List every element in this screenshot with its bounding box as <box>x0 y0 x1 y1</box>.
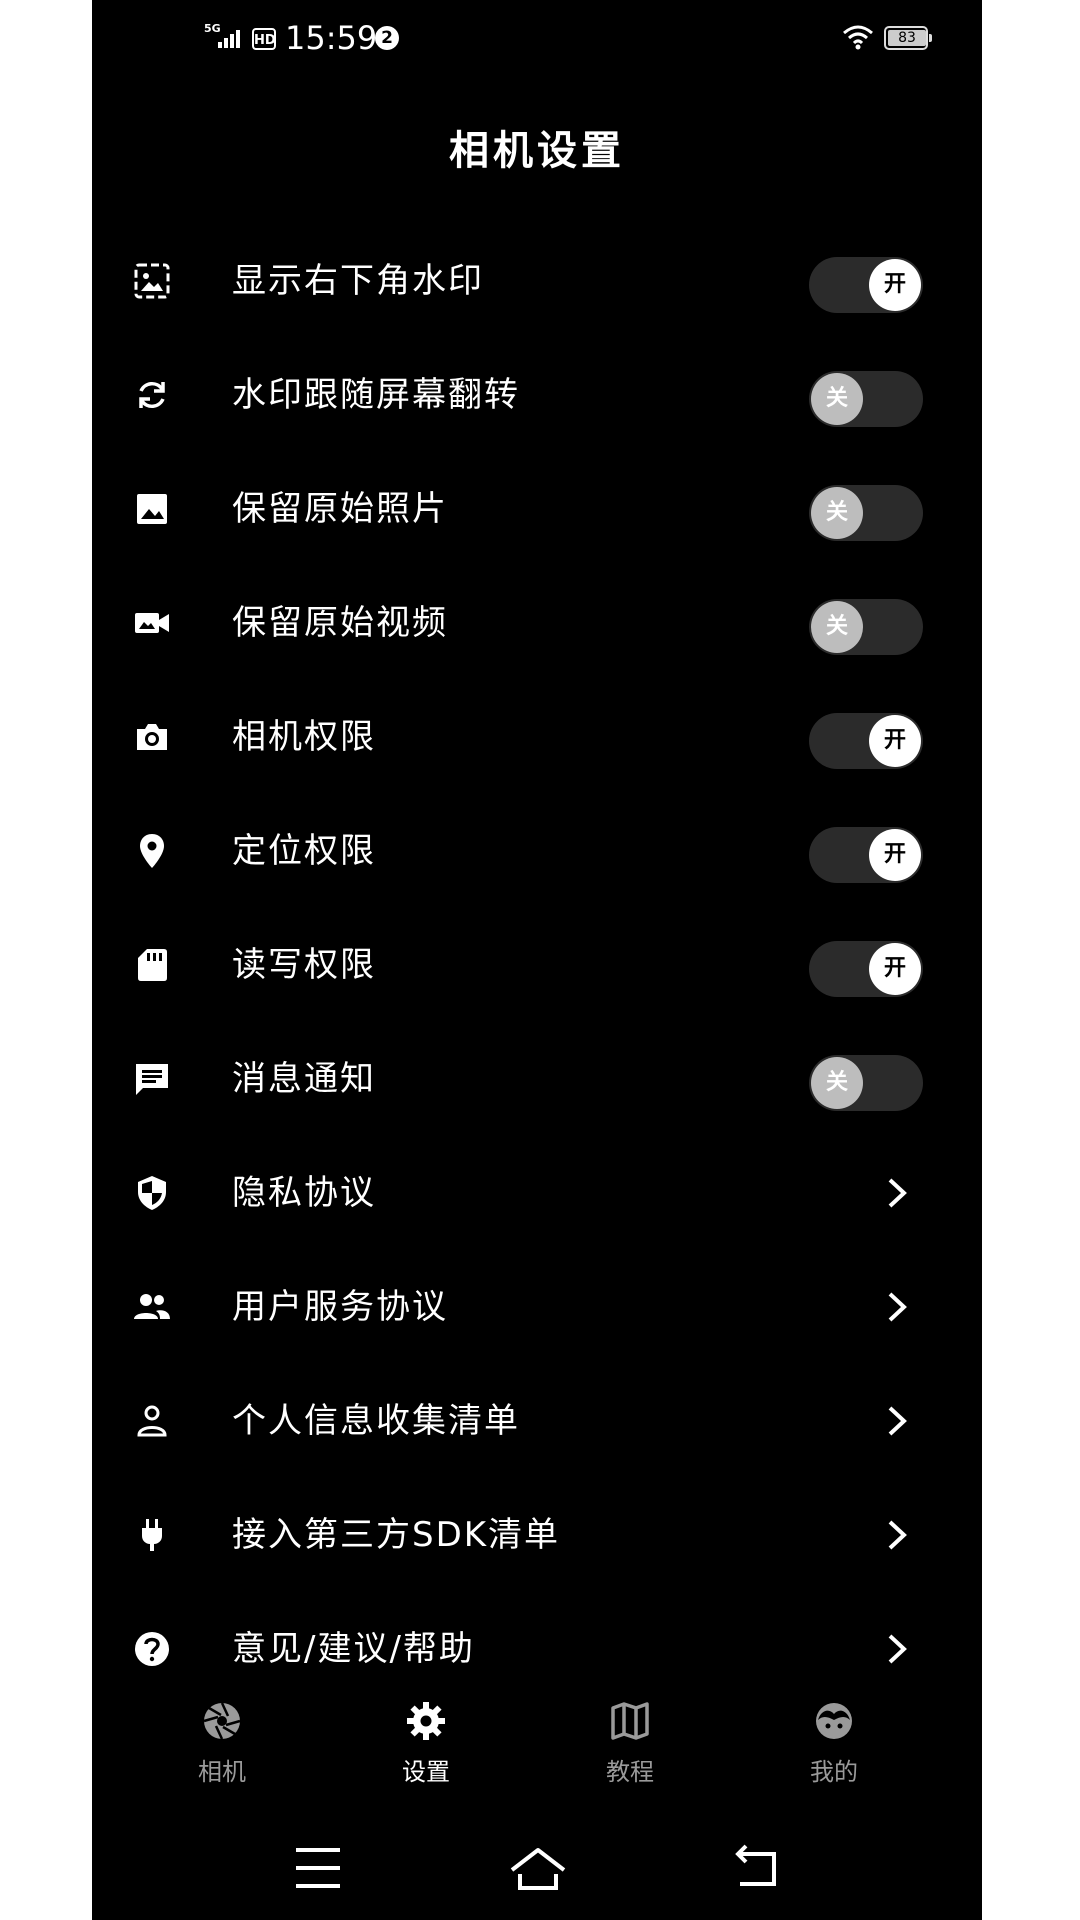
watermark-image-icon <box>134 263 170 299</box>
back-icon[interactable] <box>728 1838 788 1898</box>
status-bar: 5G HD 15:59 2 83 <box>92 0 982 80</box>
person-icon <box>137 1405 167 1437</box>
home-icon[interactable] <box>508 1838 568 1898</box>
link-row-personal-info-list[interactable]: 个人信息收集清单 <box>92 1364 982 1478</box>
hd-badge: HD <box>252 28 276 50</box>
video-camera-icon <box>135 613 169 633</box>
rotate-watermark-toggle[interactable]: 关 <box>809 371 923 427</box>
signal-icon: 5G <box>204 22 248 56</box>
nav-label: 教程 <box>606 1758 654 1786</box>
plug-icon <box>142 1519 162 1551</box>
location-pin-icon <box>140 834 164 868</box>
setting-row-keep-photo: 保留原始照片 关 <box>92 452 982 566</box>
battery-icon: 83 <box>884 26 932 50</box>
setting-label: 保留原始照片 <box>232 489 448 529</box>
link-label: 个人信息收集清单 <box>232 1401 520 1441</box>
notifications-toggle[interactable]: 关 <box>809 1055 923 1111</box>
notification-count-badge: 2 <box>375 26 399 50</box>
page-title: 相机设置 <box>449 128 625 174</box>
toggle-knob: 开 <box>869 259 921 311</box>
setting-row-keep-video: 保留原始视频 关 <box>92 566 982 680</box>
link-row-feedback-help[interactable]: 意见/建议/帮助 <box>92 1592 982 1706</box>
message-icon <box>136 1064 168 1095</box>
nav-mine[interactable]: 我的 <box>764 1700 904 1787</box>
network-type: 5G <box>204 22 221 35</box>
setting-row-notifications: 消息通知 关 <box>92 1022 982 1136</box>
setting-label: 保留原始视频 <box>232 603 448 643</box>
toggle-knob: 关 <box>811 373 863 425</box>
nav-label: 设置 <box>402 1758 450 1786</box>
setting-label: 消息通知 <box>232 1059 376 1099</box>
chevron-right-icon <box>888 1634 907 1664</box>
link-label: 意见/建议/帮助 <box>232 1629 475 1669</box>
nav-settings[interactable]: 设置 <box>356 1700 496 1787</box>
map-icon <box>611 1702 649 1740</box>
chevron-right-icon <box>888 1520 907 1550</box>
sd-card-icon <box>138 949 167 981</box>
system-nav-bar <box>92 1838 982 1898</box>
setting-row-camera-permission: 相机权限 开 <box>92 680 982 794</box>
nav-camera[interactable]: 相机 <box>152 1700 292 1787</box>
keep-video-toggle[interactable]: 关 <box>809 599 923 655</box>
menu-icon[interactable] <box>288 1838 348 1898</box>
setting-label: 定位权限 <box>232 831 376 871</box>
setting-row-storage-permission: 读写权限 开 <box>92 908 982 1022</box>
link-label: 用户服务协议 <box>232 1287 448 1327</box>
chevron-right-icon <box>888 1406 907 1436</box>
wifi-icon <box>842 24 874 54</box>
setting-row-location-permission: 定位权限 开 <box>92 794 982 908</box>
shield-icon <box>138 1176 166 1210</box>
status-time: 15:59 <box>285 19 378 57</box>
battery-level: 83 <box>888 30 926 46</box>
toggle-knob: 关 <box>811 601 863 653</box>
nav-label: 相机 <box>198 1758 246 1786</box>
nav-label: 我的 <box>810 1758 858 1786</box>
setting-label: 显示右下角水印 <box>232 261 484 301</box>
chevron-right-icon <box>888 1178 907 1208</box>
link-row-privacy-policy[interactable]: 隐私协议 <box>92 1136 982 1250</box>
bottom-nav: 相机 设置 教程 我的 <box>92 1700 982 1810</box>
setting-label: 相机权限 <box>232 717 376 757</box>
location-permission-toggle[interactable]: 开 <box>809 827 923 883</box>
camera-icon <box>137 724 167 750</box>
toggle-knob: 开 <box>869 943 921 995</box>
link-row-third-party-sdk[interactable]: 接入第三方SDK清单 <box>92 1478 982 1592</box>
watermark-toggle[interactable]: 开 <box>809 257 923 313</box>
setting-label: 读写权限 <box>232 945 376 985</box>
setting-label: 水印跟随屏幕翻转 <box>232 375 520 415</box>
link-row-user-agreement[interactable]: 用户服务协议 <box>92 1250 982 1364</box>
setting-row-rotate-watermark: 水印跟随屏幕翻转 关 <box>92 338 982 452</box>
keep-photo-toggle[interactable]: 关 <box>809 485 923 541</box>
link-label: 接入第三方SDK清单 <box>232 1515 561 1555</box>
setting-row-watermark: 显示右下角水印 开 <box>92 224 982 338</box>
face-icon <box>816 1703 852 1739</box>
image-icon <box>137 494 167 524</box>
help-icon <box>135 1632 169 1666</box>
camera-permission-toggle[interactable]: 开 <box>809 713 923 769</box>
nav-tutorial[interactable]: 教程 <box>560 1700 700 1787</box>
gear-icon <box>407 1702 445 1740</box>
toggle-knob: 关 <box>811 1057 863 1109</box>
aperture-icon <box>203 1702 241 1740</box>
chevron-right-icon <box>888 1292 907 1322</box>
storage-permission-toggle[interactable]: 开 <box>809 941 923 997</box>
toggle-knob: 关 <box>811 487 863 539</box>
toggle-knob: 开 <box>869 715 921 767</box>
sync-icon <box>139 381 165 409</box>
toggle-knob: 开 <box>869 829 921 881</box>
phone-screen: 5G HD 15:59 2 83 相机设置 显示右下角水印 开 水印跟随屏幕翻转… <box>92 0 982 1920</box>
link-label: 隐私协议 <box>232 1173 376 1213</box>
people-icon <box>134 1294 170 1319</box>
